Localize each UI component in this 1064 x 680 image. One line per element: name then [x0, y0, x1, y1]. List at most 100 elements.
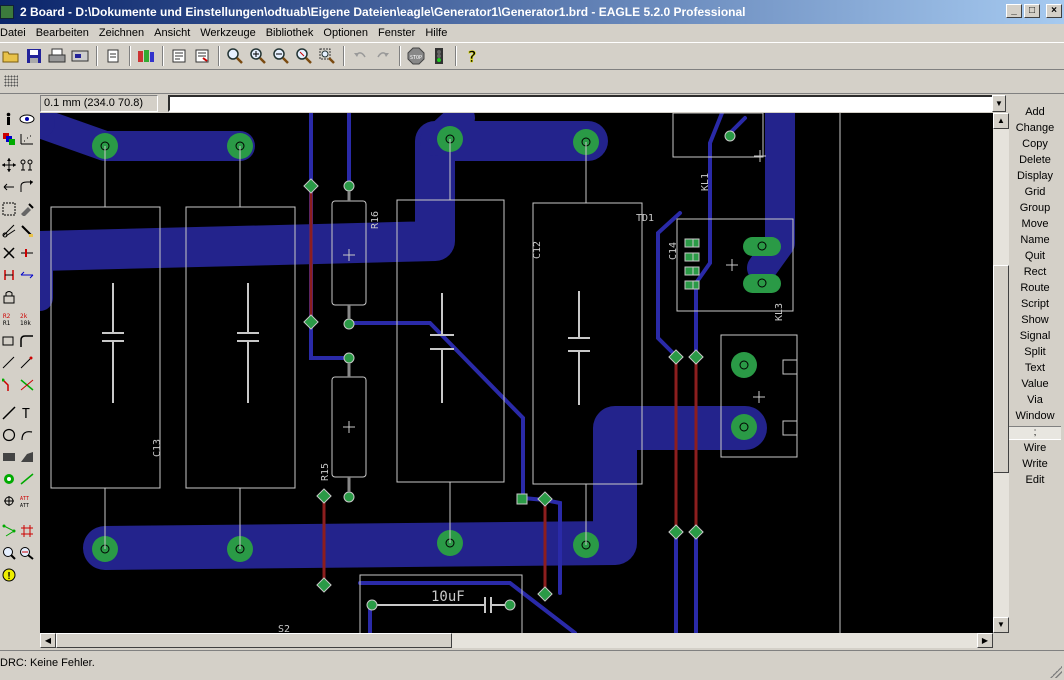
copy-tool-icon[interactable]	[18, 156, 36, 174]
menu-bearbeiten[interactable]: Bearbeiten	[31, 27, 94, 39]
menu-hilfe[interactable]: Hilfe	[420, 27, 452, 39]
cmd-write[interactable]: Write	[1009, 456, 1061, 472]
lock-tool-icon[interactable]	[0, 288, 18, 306]
cmd-grid[interactable]: Grid	[1009, 184, 1061, 200]
menu-zeichnen[interactable]: Zeichnen	[94, 27, 149, 39]
scroll-right-arrow[interactable]: ▶	[977, 633, 993, 648]
name-tool-icon[interactable]: R2 R1	[0, 310, 18, 328]
group-tool-icon[interactable]	[0, 200, 18, 218]
cmd-name[interactable]: Name	[1009, 232, 1061, 248]
move-tool-icon[interactable]	[0, 156, 18, 174]
pcb-layout[interactable]: C13 R16 R15 C12 TD1 KL1 KL3 C14 S2 10uF	[40, 113, 993, 633]
cmd-move[interactable]: Move	[1009, 216, 1061, 232]
signal-tool-icon[interactable]	[18, 470, 36, 488]
cmd-window[interactable]: Window	[1009, 408, 1061, 424]
arc-tool-icon[interactable]	[18, 426, 36, 444]
scroll-left-arrow[interactable]: ◀	[40, 633, 56, 648]
cmd-edit[interactable]: Edit	[1009, 472, 1061, 488]
cut-tool-icon[interactable]	[0, 222, 18, 240]
smash-tool-icon[interactable]	[0, 332, 18, 350]
wire-tool-icon[interactable]	[0, 404, 18, 422]
command-history-dropdown[interactable]: ▼	[992, 95, 1006, 112]
polygon-tool-icon[interactable]	[18, 448, 36, 466]
command-line-input[interactable]	[168, 95, 1006, 112]
circle-tool-icon[interactable]	[0, 426, 18, 444]
value-tool-icon[interactable]: 2k 10k	[18, 310, 36, 328]
rect-tool-icon[interactable]	[0, 448, 18, 466]
cmd-rect[interactable]: Rect	[1009, 264, 1061, 280]
optimize-tool-icon[interactable]	[18, 354, 36, 372]
cmd-signal[interactable]: Signal	[1009, 328, 1061, 344]
cmd-display[interactable]: Display	[1009, 168, 1061, 184]
cmd-value[interactable]: Value	[1009, 376, 1061, 392]
menu-ansicht[interactable]: Ansicht	[149, 27, 195, 39]
cmd-quit[interactable]: Quit	[1009, 248, 1061, 264]
cmd-separator[interactable]: ;	[1009, 426, 1061, 440]
vertical-scrollbar[interactable]: ▲ ▼	[993, 113, 1009, 633]
go-icon[interactable]	[428, 45, 450, 67]
erc-tool-icon[interactable]	[0, 544, 18, 562]
replace-tool-icon[interactable]	[18, 266, 36, 284]
paste-tool-icon[interactable]	[18, 222, 36, 240]
via-tool-icon[interactable]	[0, 470, 18, 488]
run-ulp-icon[interactable]	[191, 45, 213, 67]
cmd-change[interactable]: Change	[1009, 120, 1061, 136]
mirror-tool-icon[interactable]	[0, 178, 18, 196]
change-tool-icon[interactable]	[18, 200, 36, 218]
zoom-out-icon[interactable]	[270, 45, 292, 67]
autorouter-tool-icon[interactable]	[18, 522, 36, 540]
cmd-wire[interactable]: Wire	[1009, 440, 1061, 456]
cmd-text[interactable]: Text	[1009, 360, 1061, 376]
switch-schematic-icon[interactable]	[102, 45, 124, 67]
cmd-route[interactable]: Route	[1009, 280, 1061, 296]
redraw-icon[interactable]	[293, 45, 315, 67]
add-tool-icon[interactable]	[18, 244, 36, 262]
cmd-split[interactable]: Split	[1009, 344, 1061, 360]
rotate-tool-icon[interactable]	[18, 178, 36, 196]
board-canvas[interactable]: C13 R16 R15 C12 TD1 KL1 KL3 C14 S2 10uF	[40, 113, 993, 633]
cmd-group[interactable]: Group	[1009, 200, 1061, 216]
save-icon[interactable]	[23, 45, 45, 67]
horizontal-scrollbar[interactable]: ◀ ▶	[40, 633, 993, 648]
menu-bibliothek[interactable]: Bibliothek	[261, 27, 319, 39]
undo-icon[interactable]	[349, 45, 371, 67]
print-icon[interactable]	[46, 45, 68, 67]
cmd-script[interactable]: Script	[1009, 296, 1061, 312]
maximize-button[interactable]: □	[1024, 4, 1040, 18]
delete-tool-icon[interactable]	[0, 244, 18, 262]
help-icon[interactable]: ?	[461, 45, 483, 67]
scroll-up-arrow[interactable]: ▲	[993, 113, 1009, 129]
vertical-scroll-thumb[interactable]	[993, 265, 1009, 473]
mark-tool-icon[interactable]	[18, 130, 36, 148]
open-icon[interactable]	[0, 45, 22, 67]
show-tool-icon[interactable]	[18, 110, 36, 128]
menu-datei[interactable]: Datei	[0, 27, 31, 39]
cam-processor-icon[interactable]	[69, 45, 91, 67]
cmd-add[interactable]: Add	[1009, 104, 1061, 120]
ratsnest-tool-icon[interactable]	[0, 522, 18, 540]
cmd-copy[interactable]: Copy	[1009, 136, 1061, 152]
ripup-tool-icon[interactable]	[18, 376, 36, 394]
text-tool-icon[interactable]: T	[18, 404, 36, 422]
use-library-icon[interactable]	[135, 45, 157, 67]
script-icon[interactable]	[168, 45, 190, 67]
cmd-via[interactable]: Via	[1009, 392, 1061, 408]
cmd-delete[interactable]: Delete	[1009, 152, 1061, 168]
split-tool-icon[interactable]	[0, 354, 18, 372]
redo-icon[interactable]	[372, 45, 394, 67]
scroll-down-arrow[interactable]: ▼	[993, 617, 1009, 633]
cmd-show[interactable]: Show	[1009, 312, 1061, 328]
attribute-tool-icon[interactable]: ATT ATT	[18, 492, 36, 510]
miter-tool-icon[interactable]	[18, 332, 36, 350]
pinswap-tool-icon[interactable]	[0, 266, 18, 284]
horizontal-scroll-thumb[interactable]	[56, 633, 452, 648]
zoom-select-icon[interactable]	[316, 45, 338, 67]
toolbar-grip[interactable]	[4, 75, 18, 87]
menu-werkzeuge[interactable]: Werkzeuge	[195, 27, 260, 39]
info-tool-icon[interactable]	[0, 110, 18, 128]
zoom-fit-icon[interactable]	[224, 45, 246, 67]
hole-tool-icon[interactable]	[0, 492, 18, 510]
route-tool-icon[interactable]	[0, 376, 18, 394]
menu-fenster[interactable]: Fenster	[373, 27, 420, 39]
close-button[interactable]: ×	[1046, 4, 1062, 18]
